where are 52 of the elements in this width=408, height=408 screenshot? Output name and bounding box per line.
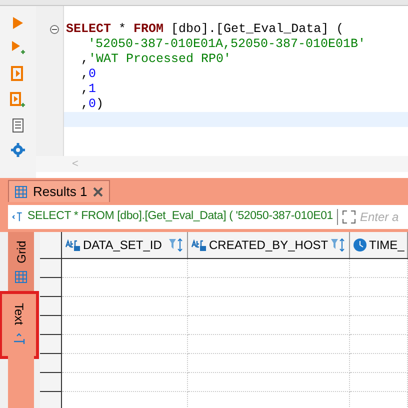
code-line: '52050-387-010E01A,52050-387-010E01B'	[88, 37, 366, 52]
document-icon[interactable]	[12, 118, 24, 133]
view-tab[interactable]: Grid	[8, 232, 34, 294]
query-text: SELECT * FROM [dbo].[Get_Eval_Data] ( '52050-387-010E01	[28, 209, 333, 224]
filter-sort-icon[interactable]	[168, 238, 184, 252]
table-cell	[350, 278, 408, 297]
code-line: ,1	[81, 82, 96, 97]
text-type-icon	[65, 239, 81, 251]
expand-icon[interactable]	[342, 210, 356, 224]
column-name: DATA_SET_ID	[83, 237, 162, 254]
filter-field[interactable]: Enter a	[360, 208, 404, 226]
close-icon[interactable]	[93, 186, 104, 196]
text-cursor-icon	[12, 211, 24, 223]
grid-icon	[15, 186, 27, 198]
column-header[interactable]: DATA_SET_ID	[62, 232, 188, 258]
table-cell	[350, 373, 408, 392]
row-header[interactable]	[40, 354, 62, 373]
row-header[interactable]	[40, 297, 62, 316]
clock-icon	[353, 238, 367, 252]
text-type-icon	[191, 239, 207, 251]
code-line: SELECT * FROM [dbo].[Get_Eval_Data] (	[66, 22, 344, 37]
filter-sort-icon[interactable]	[330, 238, 346, 252]
tab-label: Results 1	[33, 182, 88, 201]
table-cell	[350, 316, 408, 335]
code-line: ,0)	[81, 97, 104, 112]
row-header[interactable]	[40, 335, 62, 354]
code-line: ,0	[81, 67, 96, 82]
run-plus-icon[interactable]	[11, 40, 25, 56]
run-icon[interactable]	[12, 16, 24, 30]
grid-icon	[15, 271, 27, 283]
table-cell	[350, 354, 408, 373]
code-line: ,'WAT Processed RP0'	[81, 52, 232, 67]
collapse-icon[interactable]	[50, 25, 59, 34]
script-run-plus-icon[interactable]	[10, 92, 26, 108]
row-header[interactable]	[40, 392, 62, 408]
column-header[interactable]: CREATED_BY_HOST	[188, 232, 350, 258]
table-cell	[350, 335, 408, 354]
row-header[interactable]	[40, 259, 62, 278]
row-header[interactable]	[40, 278, 62, 297]
text-cursor-icon	[13, 333, 25, 345]
column-name: TIME_	[369, 237, 404, 254]
row-header[interactable]	[40, 316, 62, 335]
results-tab[interactable]: Results 1	[8, 180, 110, 202]
column-header[interactable]: TIME_	[350, 232, 408, 258]
view-tab[interactable]: Text	[2, 294, 36, 356]
script-run-icon[interactable]	[11, 66, 25, 82]
tab-strip-background	[8, 356, 34, 408]
settings-icon[interactable]	[11, 143, 25, 157]
table-cell	[350, 259, 408, 278]
table-cell	[350, 297, 408, 316]
column-name: CREATED_BY_HOST	[209, 237, 328, 254]
row-header[interactable]	[40, 373, 62, 392]
